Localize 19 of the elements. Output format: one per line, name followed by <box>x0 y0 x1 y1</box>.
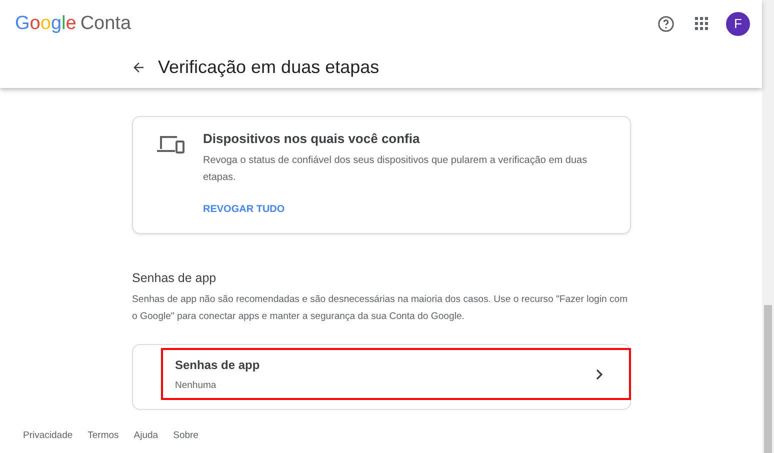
back-arrow-icon[interactable] <box>131 60 146 75</box>
item-value: Nenhuma <box>175 380 218 390</box>
avatar[interactable]: F <box>726 12 750 36</box>
section-description: Senhas de app não são recomendadas e são desnecessárias na maioria dos casos. Use o recurso "Fazer login com o Google" para conectar apps e manter a segurança da sua Conta do Google. <box>132 293 629 324</box>
account-logo[interactable]: Google Conta <box>15 12 132 34</box>
app-passwords-item[interactable]: Senhas de app Nenhuma <box>161 348 631 400</box>
item-title: Senhas de app <box>175 358 261 372</box>
chevron-right-icon <box>596 368 603 380</box>
footer-link[interactable]: Sobre <box>173 430 198 441</box>
section-heading: Senhas de app <box>132 271 218 285</box>
scrollbar[interactable] <box>762 0 774 453</box>
card-description: Revoga o status de confiável dos seus dispositivos que pularem a verificação em duas etapas. <box>203 154 588 185</box>
revoke-all-link[interactable]: REVOGAR TUDO <box>203 204 606 215</box>
card-title: Dispositivos nos quais você confia <box>203 131 421 146</box>
laptop-phone-icon <box>157 135 185 155</box>
page-title: Verificação em duas etapas <box>158 57 380 78</box>
footer-link[interactable]: Privacidade <box>23 430 73 441</box>
footer-link[interactable]: Termos <box>88 430 119 441</box>
footer-link[interactable]: Ajuda <box>134 430 158 441</box>
